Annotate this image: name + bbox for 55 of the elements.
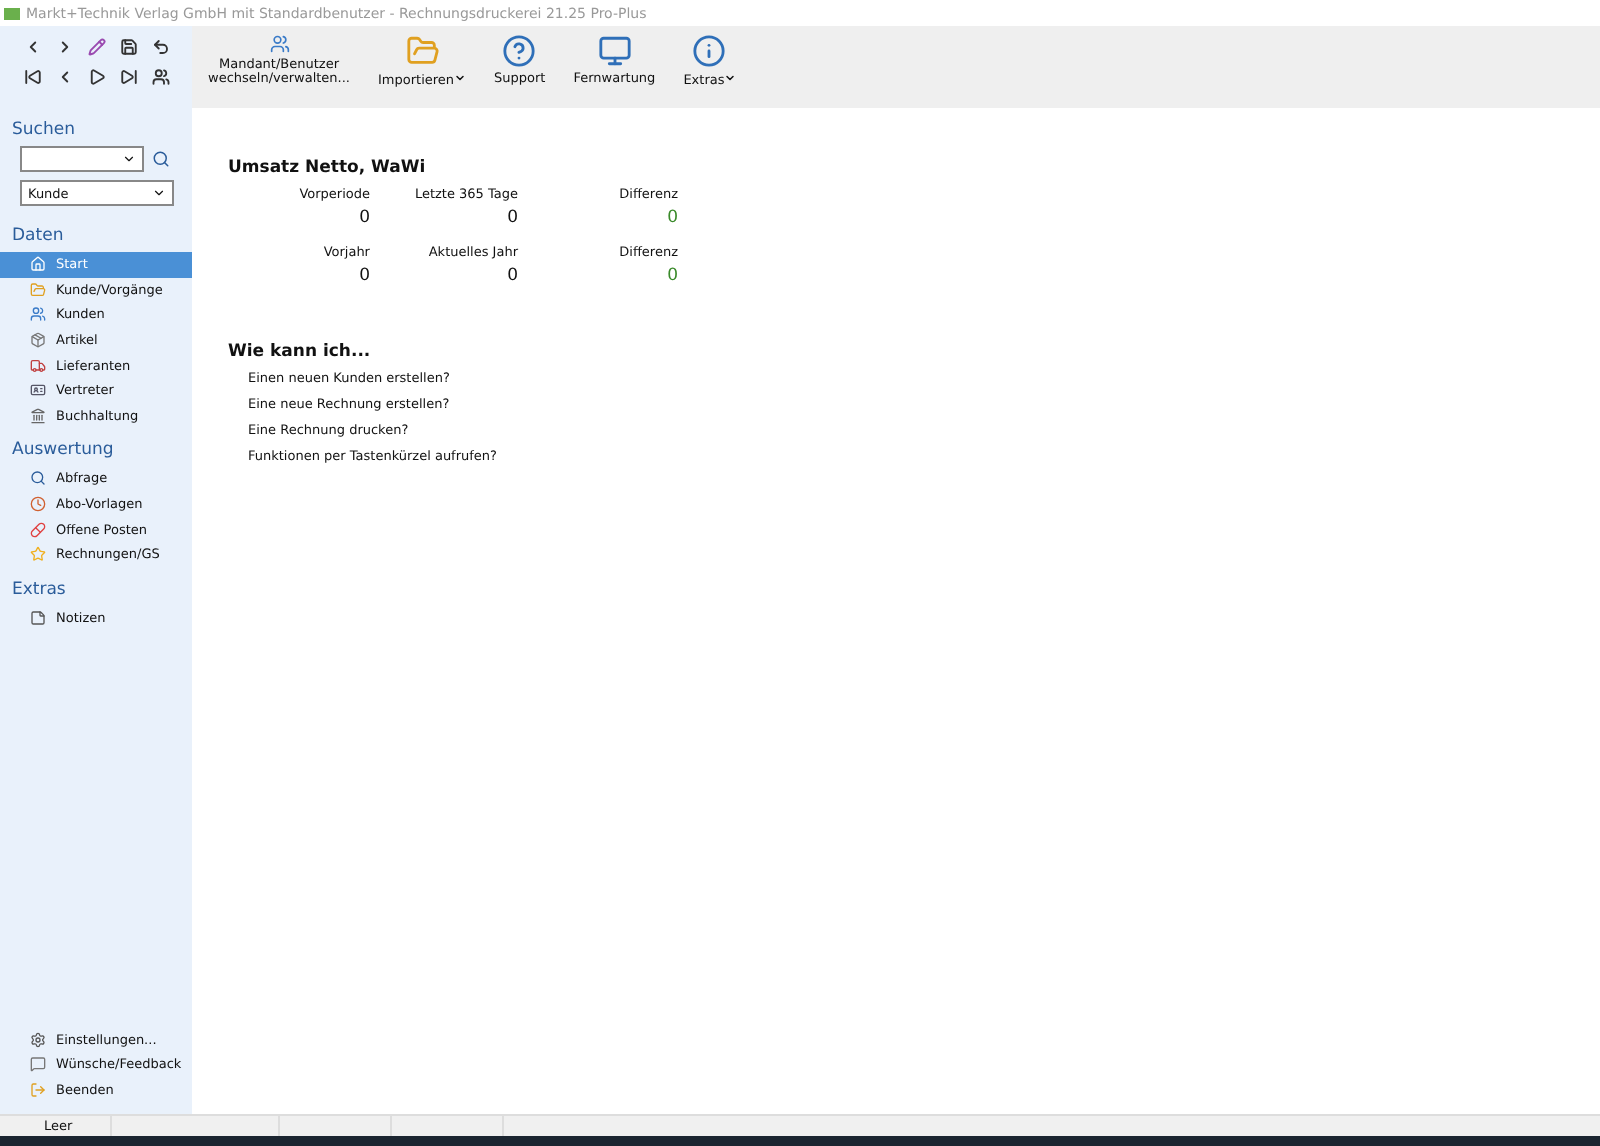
first-button[interactable] — [20, 64, 46, 90]
bank-icon — [30, 407, 46, 424]
monitor-icon — [597, 34, 632, 68]
help-icon — [502, 34, 537, 68]
previous-icon — [56, 68, 74, 86]
star-icon — [30, 546, 46, 563]
caret-icon — [152, 186, 166, 200]
caret-icon — [454, 72, 467, 84]
note-icon — [30, 609, 46, 626]
folder-icon — [405, 34, 440, 68]
stat-value: 0 — [359, 266, 370, 286]
save-button[interactable] — [116, 34, 142, 60]
pencil-icon — [88, 38, 106, 56]
info-icon — [692, 34, 727, 68]
next-icon — [88, 68, 106, 86]
section-title: Suchen — [10, 118, 77, 144]
search-button[interactable] — [148, 146, 174, 172]
undo-icon — [152, 38, 170, 56]
pill-icon — [30, 521, 46, 538]
settings-icon — [30, 1031, 46, 1048]
search-field[interactable] — [20, 146, 144, 172]
stat-value: 0 — [507, 208, 518, 228]
last-icon — [120, 68, 138, 86]
search-icon — [152, 150, 170, 168]
undo-button[interactable] — [148, 34, 174, 60]
section-title: Daten — [10, 224, 66, 250]
section-title: Auswertung — [10, 438, 116, 465]
caret-icon — [724, 72, 737, 84]
back-icon — [24, 38, 42, 56]
stat-value: 0 — [667, 208, 678, 228]
search-icon — [30, 470, 46, 487]
pencil-button[interactable] — [84, 34, 110, 60]
home-icon — [30, 256, 46, 273]
last-button[interactable] — [116, 64, 142, 90]
stat-value: 0 — [667, 266, 678, 286]
section-title: Extras — [10, 577, 68, 604]
box-icon — [30, 332, 46, 349]
card-icon — [30, 382, 46, 399]
users-icon — [269, 34, 289, 54]
forward-icon — [56, 38, 74, 56]
chat-icon — [30, 1056, 46, 1073]
first-icon — [24, 68, 42, 86]
user-button[interactable] — [148, 64, 174, 90]
clock-icon — [30, 496, 46, 513]
save-icon — [120, 38, 138, 56]
exit-icon — [30, 1081, 46, 1098]
users-icon — [30, 306, 46, 323]
folder-icon — [30, 281, 46, 298]
user-icon — [152, 68, 170, 86]
stat-value: 0 — [359, 208, 370, 228]
caret-icon — [122, 152, 136, 166]
app-logo-icon — [4, 6, 20, 20]
stat-value: 0 — [507, 266, 518, 286]
section-heading: Umsatz Netto, WaWi — [228, 158, 428, 178]
section-heading: Wie kann ich... — [228, 342, 373, 362]
